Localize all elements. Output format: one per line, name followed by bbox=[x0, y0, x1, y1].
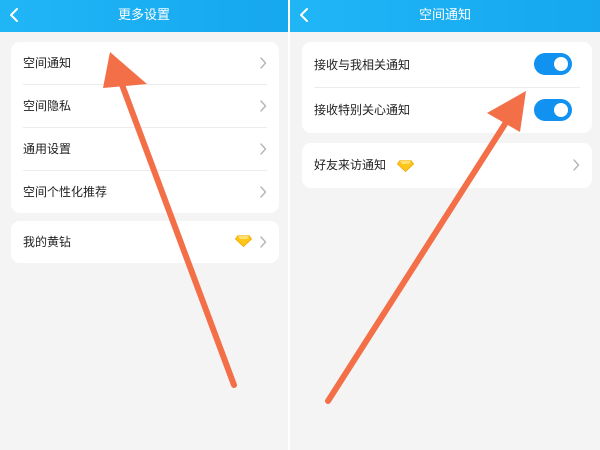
page-title: 更多设置 bbox=[117, 8, 170, 23]
menu-item-space-privacy[interactable]: 空间隐私 bbox=[11, 85, 279, 128]
more-settings-screen: 更多设置 空间通知 空间隐私 通用设置 空间个性化推荐 我的黄钻 bbox=[0, 0, 288, 450]
menu-item-general-settings[interactable]: 通用设置 bbox=[11, 128, 279, 171]
menu-item-label: 好友来访通知 bbox=[314, 158, 387, 172]
menu-item-label: 空间隐私 bbox=[23, 99, 72, 113]
toggle-knob bbox=[554, 103, 568, 117]
notification-toggles-card: 接收与我相关通知 接收特别关心通知 bbox=[302, 42, 592, 133]
menu-item-label: 通用设置 bbox=[23, 142, 72, 156]
chevron-right-icon bbox=[572, 159, 580, 171]
menu-item-label: 空间个性化推荐 bbox=[23, 185, 108, 199]
menu-item-my-yellow-diamond[interactable]: 我的黄钻 bbox=[11, 221, 279, 263]
toggle-label: 接收特别关心通知 bbox=[314, 103, 411, 117]
visitor-notice-card: 好友来访通知 bbox=[302, 143, 592, 188]
space-notifications-screen: 空间通知 接收与我相关通知 接收特别关心通知 好友来访通知 bbox=[290, 0, 600, 450]
toggle-row-special-care-notifications: 接收特别关心通知 bbox=[302, 88, 592, 133]
menu-item-space-notifications[interactable]: 空间通知 bbox=[11, 42, 279, 85]
chevron-right-icon bbox=[259, 57, 267, 69]
menu-item-label: 我的黄钻 bbox=[23, 235, 72, 249]
yellow-diamond-icon bbox=[235, 235, 252, 247]
settings-menu-card: 空间通知 空间隐私 通用设置 空间个性化推荐 bbox=[11, 42, 279, 213]
yellow-diamond-card: 我的黄钻 bbox=[11, 221, 279, 263]
special-care-notifications-toggle[interactable] bbox=[534, 99, 572, 121]
space-notifications-header: 空间通知 bbox=[290, 0, 600, 32]
more-settings-header: 更多设置 bbox=[0, 0, 288, 32]
toggle-label: 接收与我相关通知 bbox=[314, 58, 411, 72]
yellow-diamond-icon bbox=[397, 160, 414, 172]
toggle-row-related-notifications: 接收与我相关通知 bbox=[302, 42, 592, 88]
related-notifications-toggle[interactable] bbox=[534, 53, 572, 75]
chevron-right-icon bbox=[259, 186, 267, 198]
menu-item-friend-visit-notifications[interactable]: 好友来访通知 bbox=[302, 143, 592, 188]
menu-item-label: 空间通知 bbox=[23, 56, 72, 70]
chevron-right-icon bbox=[259, 100, 267, 112]
chevron-right-icon bbox=[259, 236, 267, 248]
menu-item-personalized-recommendations[interactable]: 空间个性化推荐 bbox=[11, 171, 279, 213]
chevron-right-icon bbox=[259, 143, 267, 155]
toggle-knob bbox=[554, 57, 568, 71]
page-title: 空间通知 bbox=[418, 8, 471, 23]
